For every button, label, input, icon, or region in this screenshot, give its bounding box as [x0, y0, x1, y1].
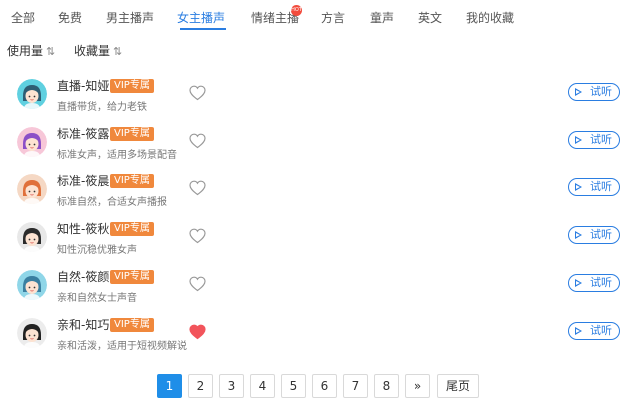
hot-badge: HOT — [291, 5, 302, 16]
listen-button[interactable]: 试听 — [568, 322, 620, 340]
voice-avatar — [17, 79, 47, 109]
tab-all[interactable]: 全部 — [11, 9, 35, 26]
sort-arrows-icon: ⇅ — [46, 45, 56, 58]
listen-button[interactable]: 试听 — [568, 131, 620, 149]
heart-outline-icon[interactable] — [189, 133, 206, 149]
voice-avatar — [17, 318, 47, 348]
voice-row: 标准-筱露 VIP专属标准女声，适用多场景配音 试听 — [0, 127, 640, 173]
voice-description: 亲和自然女士声音 — [57, 293, 137, 304]
page-6-button[interactable]: 6 — [312, 374, 337, 398]
heart-outline-icon[interactable] — [189, 228, 206, 244]
voice-description: 标准自然，合适女声播报 — [57, 197, 167, 208]
page-2-button[interactable]: 2 — [188, 374, 213, 398]
voice-row: 亲和-知巧 VIP专属亲和活泼，适用于短视频解说 试听 — [0, 318, 640, 364]
vip-badge: VIP专属 — [110, 270, 154, 284]
tab-child-voice[interactable]: 童声 — [370, 9, 394, 26]
voice-row: 直播-知娅 VIP专属直播带货，给力老铁 试听 — [0, 79, 640, 125]
next-page-button[interactable]: » — [405, 374, 430, 398]
page-8-button[interactable]: 8 — [374, 374, 399, 398]
play-icon — [575, 279, 582, 287]
voice-description: 直播带货，给力老铁 — [57, 102, 147, 113]
heart-filled-icon[interactable] — [189, 324, 206, 340]
tab-male-voice[interactable]: 男主播声 — [106, 9, 154, 26]
listen-label: 试听 — [590, 324, 612, 337]
page-1-button[interactable]: 1 — [157, 374, 182, 398]
voice-name: 知性-筱秋 — [57, 222, 110, 236]
listen-label: 试听 — [590, 85, 612, 98]
play-icon — [575, 231, 582, 239]
voice-row: 标准-筱晨 VIP专属标准自然，合适女声播报 试听 — [0, 174, 640, 220]
voice-name: 直播-知娅 — [57, 79, 110, 93]
category-tabs: 全部 免费 男主播声 女主播声 情绪主播 HOT 方言 童声 英文 我的收藏 — [0, 0, 640, 34]
active-tab-indicator — [180, 28, 226, 30]
voice-description: 标准女声，适用多场景配音 — [57, 150, 177, 161]
heart-outline-icon[interactable] — [189, 276, 206, 292]
listen-button[interactable]: 试听 — [568, 178, 620, 196]
listen-button[interactable]: 试听 — [568, 274, 620, 292]
tab-dialect[interactable]: 方言 — [321, 9, 345, 26]
voice-name: 亲和-知巧 — [57, 318, 110, 332]
voice-name: 标准-筱露 — [57, 127, 110, 141]
play-icon — [575, 183, 582, 191]
tab-female-voice[interactable]: 女主播声 — [177, 9, 225, 26]
voice-avatar — [17, 222, 47, 252]
play-icon — [575, 88, 582, 96]
heart-outline-icon[interactable] — [189, 85, 206, 101]
voice-description: 亲和活泼，适用于短视频解说 — [57, 341, 187, 352]
sort-favorites-label: 收藏量 — [74, 44, 111, 58]
listen-label: 试听 — [590, 276, 612, 289]
voice-row: 知性-筱秋 VIP专属知性沉稳优雅女声 试听 — [0, 222, 640, 268]
tab-english[interactable]: 英文 — [418, 9, 442, 26]
voice-avatar — [17, 270, 47, 300]
voice-row: 自然-筱颜 VIP专属亲和自然女士声音 试听 — [0, 270, 640, 316]
sort-by-usage[interactable]: 使用量 ⇅ — [7, 42, 55, 59]
listen-label: 试听 — [590, 228, 612, 241]
sort-by-favorites[interactable]: 收藏量 ⇅ — [74, 42, 122, 59]
voice-description: 知性沉稳优雅女声 — [57, 245, 137, 256]
page-7-button[interactable]: 7 — [343, 374, 368, 398]
vip-badge: VIP专属 — [110, 222, 154, 236]
play-icon — [575, 327, 582, 335]
play-icon — [575, 136, 582, 144]
sort-arrows-icon: ⇅ — [113, 45, 123, 58]
voice-avatar — [17, 127, 47, 157]
heart-outline-icon[interactable] — [189, 180, 206, 196]
page-4-button[interactable]: 4 — [250, 374, 275, 398]
listen-label: 试听 — [590, 133, 612, 146]
page-5-button[interactable]: 5 — [281, 374, 306, 398]
listen-button[interactable]: 试听 — [568, 83, 620, 101]
voice-name: 标准-筱晨 — [57, 174, 110, 188]
tab-free[interactable]: 免费 — [58, 9, 82, 26]
tab-my-favorites[interactable]: 我的收藏 — [466, 9, 514, 26]
voice-name: 自然-筱颜 — [57, 270, 110, 284]
last-page-button[interactable]: 尾页 — [437, 374, 479, 398]
vip-badge: VIP专属 — [110, 79, 154, 93]
vip-badge: VIP专属 — [110, 174, 154, 188]
page-3-button[interactable]: 3 — [219, 374, 244, 398]
vip-badge: VIP专属 — [110, 127, 154, 141]
listen-label: 试听 — [590, 180, 612, 193]
listen-button[interactable]: 试听 — [568, 226, 620, 244]
sort-usage-label: 使用量 — [7, 44, 44, 58]
vip-badge: VIP专属 — [110, 318, 154, 332]
voice-avatar — [17, 174, 47, 204]
